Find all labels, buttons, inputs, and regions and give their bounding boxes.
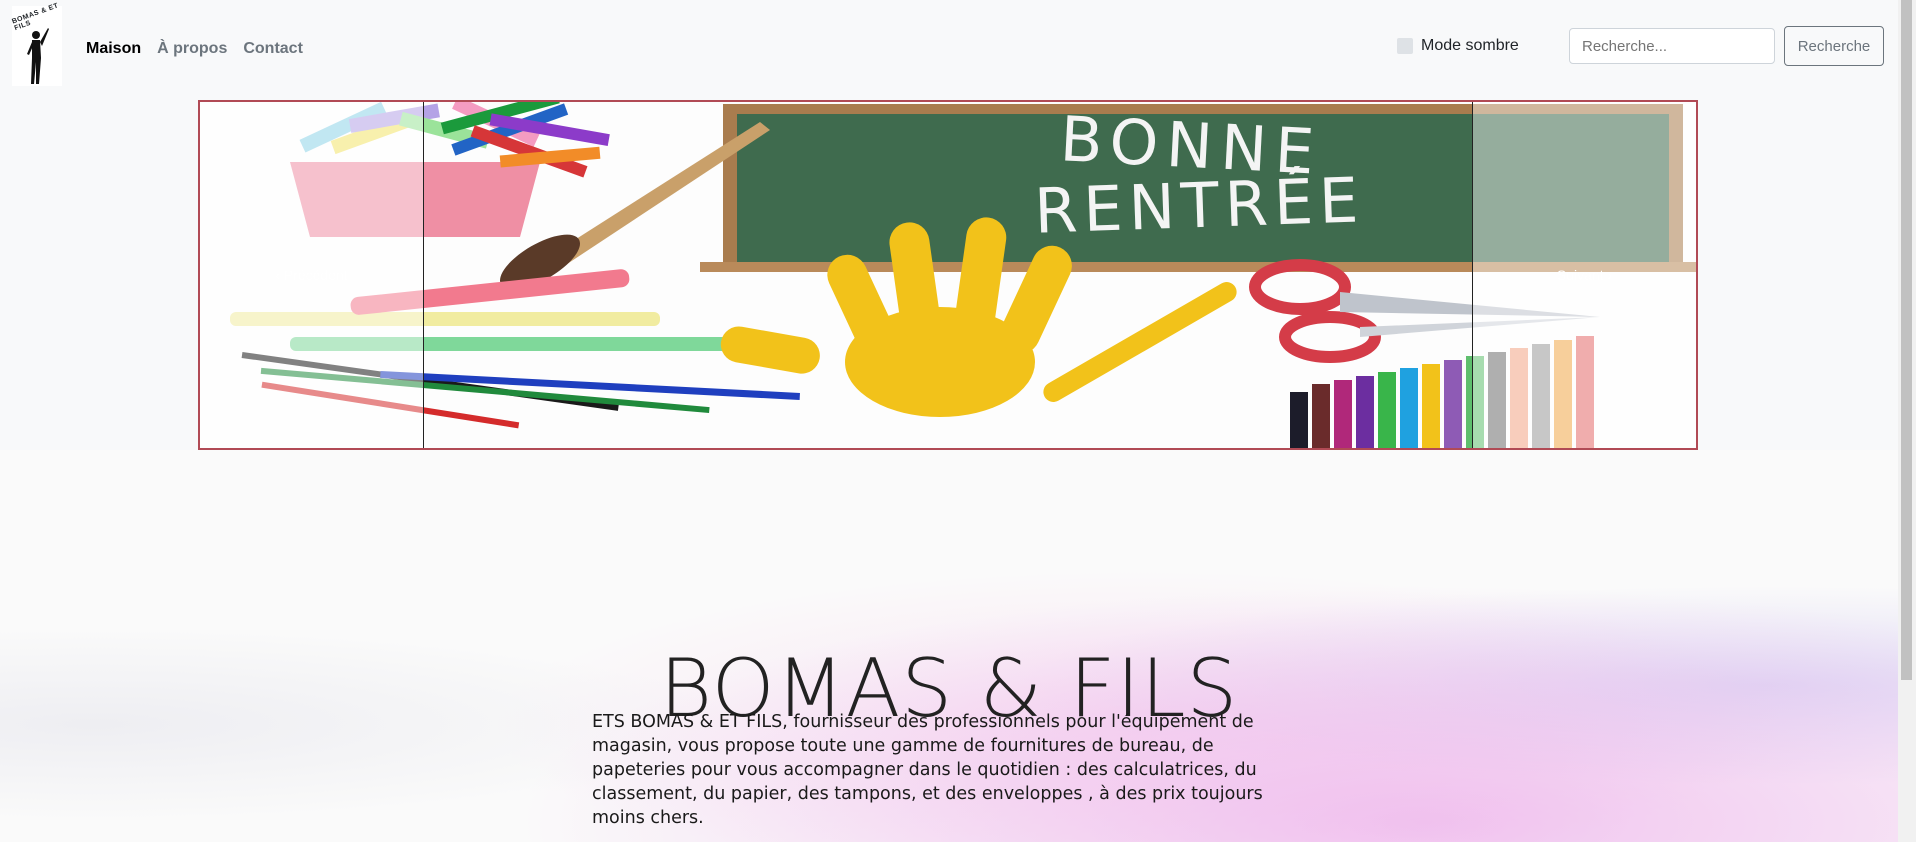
carousel-next-button[interactable]: Suivant ›	[1472, 102, 1696, 448]
nav-link-maison[interactable]: Maison	[86, 40, 141, 58]
dark-mode-label: Mode sombre	[1421, 37, 1519, 54]
nav-link-a-propos[interactable]: À propos	[157, 40, 227, 58]
dark-mode-checkbox[interactable]	[1397, 38, 1413, 54]
navbar: BOMAS & ET FILS Maison À propos Contact …	[0, 0, 1898, 100]
nav-link-contact[interactable]: Contact	[243, 40, 303, 58]
search-button[interactable]: Recherche	[1784, 26, 1884, 66]
hero-description: ETS BOMAS & ET FILS, fournisseur des pro…	[592, 711, 1263, 828]
dark-mode-toggle[interactable]: Mode sombre	[1397, 37, 1519, 55]
carousel-next-label: Suivant ›	[1556, 267, 1613, 283]
search-input[interactable]	[1569, 28, 1775, 64]
person-silhouette-icon	[27, 28, 49, 84]
page-scrollbar[interactable]	[1898, 0, 1916, 842]
scrollbar-thumb[interactable]	[1901, 0, 1912, 680]
brand-logo[interactable]: BOMAS & ET FILS	[11, 2, 62, 86]
carousel-prev-button[interactable]: ‹ Précédent	[200, 102, 424, 448]
carousel-prev-label: ‹ Précédent	[275, 267, 348, 283]
hero-section: BOMAS & FILS ETS BOMAS & ET FILS, fourni…	[0, 450, 1898, 842]
banner-carousel: BONNE RENTRÉE ‹ Précédent Suivant ›	[198, 100, 1698, 450]
board-text-rentree: RENTRÉE	[1033, 163, 1365, 247]
nav-links: Maison À propos Contact	[86, 40, 303, 58]
